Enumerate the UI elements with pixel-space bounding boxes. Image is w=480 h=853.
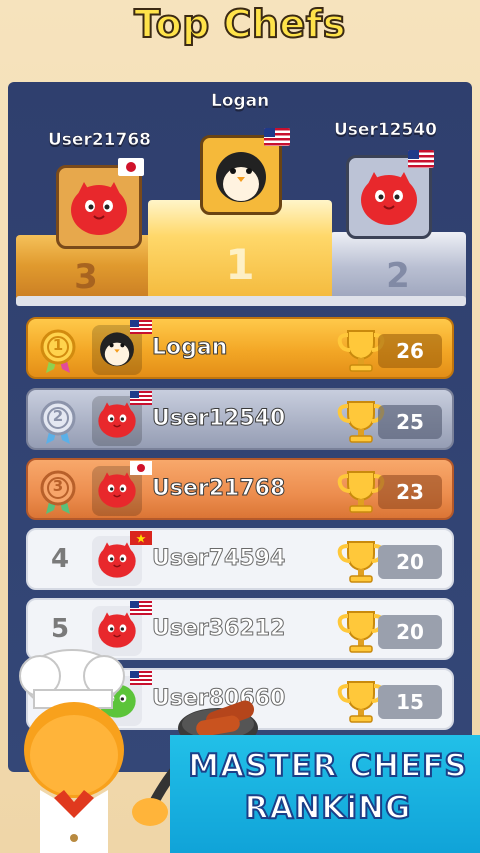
us-flag-icon	[264, 128, 290, 146]
player-score: 23	[378, 475, 442, 509]
red-blob-icon	[361, 172, 417, 225]
rank-number: 4	[50, 544, 70, 574]
podium-third-avatar[interactable]	[56, 165, 142, 249]
player-name: Logan	[151, 335, 228, 361]
player-score: 20	[378, 615, 442, 649]
banner-line-2: RANKiNG	[244, 789, 412, 827]
player-name: User74594	[151, 546, 286, 572]
page-title: Top Chefs	[133, 1, 346, 47]
rank-medal-icon: 3	[34, 468, 82, 516]
us-flag-icon	[130, 600, 152, 619]
rank-medal-icon: 1	[34, 327, 82, 375]
player-score: 15	[378, 685, 442, 719]
player-name: User36212	[151, 616, 286, 642]
podium-first-name: Logan	[211, 91, 270, 112]
japan-flag-icon	[118, 158, 144, 176]
player-name: User21768	[151, 476, 286, 502]
podium-third-place: 3	[74, 257, 98, 297]
leaderboard-row[interactable]: 1 Logan 26	[26, 317, 454, 379]
leaderboard-row[interactable]: 2 User12540 25	[26, 388, 454, 450]
us-flag-icon	[130, 390, 152, 409]
podium-first-place: 1	[225, 240, 255, 289]
us-flag-icon	[130, 319, 152, 338]
rank-number: 2	[52, 407, 64, 425]
leaderboard-row[interactable]: 4 User74594 20	[26, 528, 454, 590]
podium-second-place: 2	[386, 256, 410, 296]
leaderboard-row[interactable]: 3 User21768 23	[26, 458, 454, 520]
player-score: 25	[378, 405, 442, 439]
vietnam-flag-icon	[130, 530, 152, 549]
player-avatar[interactable]	[92, 461, 152, 516]
japan-flag-icon	[130, 460, 152, 479]
podium-third-name: User21768	[48, 130, 151, 151]
player-avatar[interactable]	[92, 531, 152, 586]
rank-number: 1	[52, 336, 64, 354]
player-avatar[interactable]	[92, 391, 152, 446]
us-flag-icon	[408, 150, 434, 168]
podium-base	[16, 296, 466, 306]
podium-second-block: 2	[330, 232, 466, 303]
red-blob-icon	[71, 182, 127, 235]
player-avatar[interactable]	[92, 320, 152, 375]
player-name: User12540	[151, 406, 286, 432]
podium-second-name: User12540	[334, 120, 437, 141]
banner-line-1: MASTER CHEFS	[187, 747, 468, 785]
player-score: 26	[378, 334, 442, 368]
rank-number: 3	[52, 477, 64, 495]
rank-medal-icon: 2	[34, 398, 82, 446]
podium-first-avatar[interactable]	[200, 135, 282, 215]
player-score: 20	[378, 545, 442, 579]
podium-first-block: 1	[148, 200, 332, 303]
penguin-icon	[216, 152, 266, 202]
